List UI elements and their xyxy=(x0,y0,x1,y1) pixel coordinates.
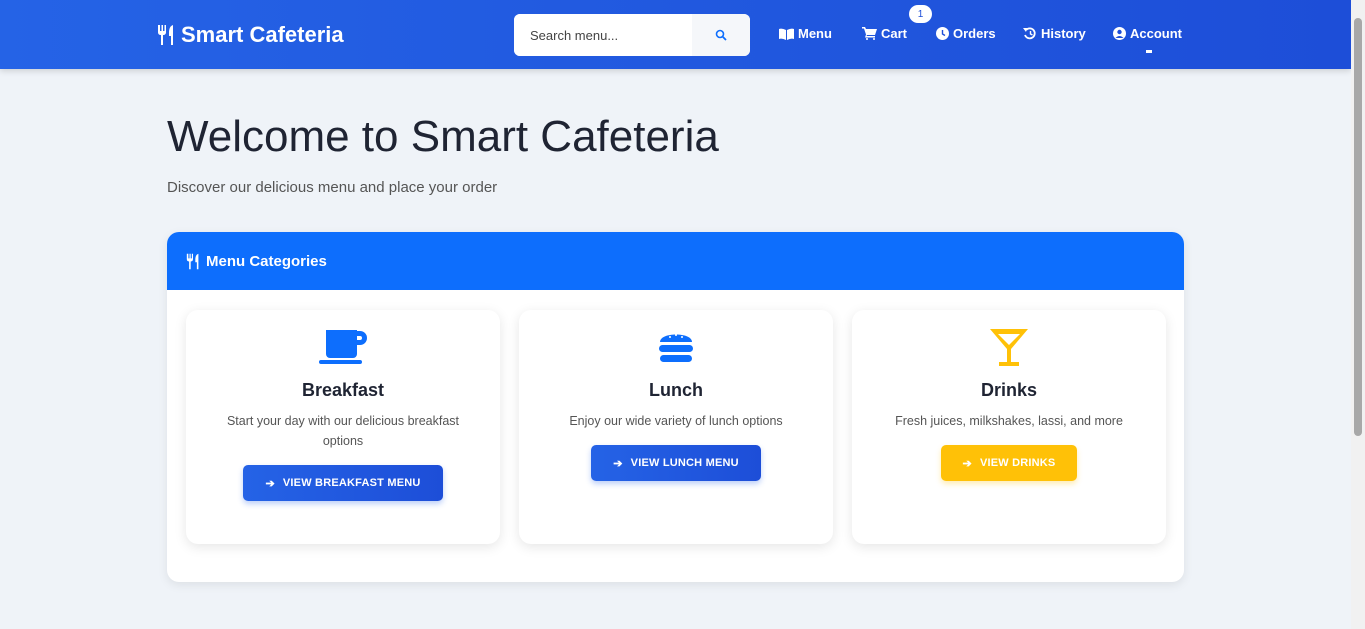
view-drinks-button[interactable]: ➔ VIEW DRINKS xyxy=(940,445,1078,481)
category-card-breakfast: Breakfast Start your day with our delici… xyxy=(186,310,500,544)
coffee-cup-icon xyxy=(319,330,367,364)
nav-label: History xyxy=(1041,26,1086,41)
category-card-drinks: Drinks Fresh juices, milkshakes, lassi, … xyxy=(852,310,1166,544)
scrollbar-thumb[interactable] xyxy=(1354,18,1362,436)
history-icon xyxy=(1023,27,1036,40)
nav-label: Menu xyxy=(798,26,832,41)
nav-account[interactable]: Account xyxy=(1113,26,1182,41)
card-title: Drinks xyxy=(980,380,1038,400)
burger-icon xyxy=(659,334,693,362)
clock-icon xyxy=(936,27,949,40)
category-card-lunch: Lunch Enjoy our wide variety of lunch op… xyxy=(519,310,833,544)
nav-orders[interactable]: Orders xyxy=(936,26,996,41)
arrow-right-icon: ➔ xyxy=(265,477,275,490)
navbar: Smart Cafeteria 1 Menu Cart Orders Histo… xyxy=(0,0,1351,69)
nav-label: Account xyxy=(1130,26,1182,41)
search-button[interactable] xyxy=(692,14,750,56)
menu-categories-panel: Menu Categories Breakfast Start your day… xyxy=(167,232,1184,582)
dropdown-indicator xyxy=(1146,50,1152,53)
card-description: Fresh juices, milkshakes, lassi, and mor… xyxy=(895,414,1123,428)
utensils-icon xyxy=(158,25,173,45)
arrow-right-icon: ➔ xyxy=(962,457,972,470)
card-title: Lunch xyxy=(649,380,703,400)
card-title: Breakfast xyxy=(301,380,385,400)
scrollbar[interactable] xyxy=(1351,0,1365,629)
search-form xyxy=(514,14,750,56)
brand-name: Smart Cafeteria xyxy=(181,22,344,47)
view-lunch-menu-button[interactable]: ➔ VIEW LUNCH MENU xyxy=(591,445,761,481)
book-open-icon xyxy=(779,28,794,40)
button-label: VIEW LUNCH MENU xyxy=(630,457,739,469)
view-breakfast-menu-button[interactable]: ➔ VIEW BREAKFAST MENU xyxy=(243,465,443,501)
search-input[interactable] xyxy=(514,14,692,56)
nav-cart[interactable]: Cart xyxy=(862,26,907,41)
card-description: Enjoy our wide variety of lunch options xyxy=(569,414,783,428)
brand-link[interactable]: Smart Cafeteria xyxy=(157,22,344,48)
search-icon xyxy=(715,29,727,41)
button-label: VIEW BREAKFAST MENU xyxy=(282,477,421,489)
panel-header: Menu Categories xyxy=(167,232,1184,290)
button-label: VIEW DRINKS xyxy=(979,457,1056,469)
cocktail-glass-icon xyxy=(990,329,1028,366)
nav-label: Cart xyxy=(881,26,908,41)
arrow-right-icon: ➔ xyxy=(613,457,623,470)
utensils-icon xyxy=(186,253,199,269)
page-title: Welcome to Smart Cafeteria xyxy=(167,112,719,161)
nav-history[interactable]: History xyxy=(1023,26,1086,41)
cart-icon xyxy=(862,27,877,40)
nav-label: Orders xyxy=(953,26,996,41)
user-circle-icon xyxy=(1113,27,1126,40)
cart-count-badge: 1 xyxy=(909,5,932,23)
page-subtitle: Discover our delicious menu and place yo… xyxy=(167,179,498,196)
panel-title: Menu Categories xyxy=(206,252,327,270)
nav-menu[interactable]: Menu xyxy=(779,26,832,41)
card-description: Start your day with our delicious breakf… xyxy=(226,414,460,448)
